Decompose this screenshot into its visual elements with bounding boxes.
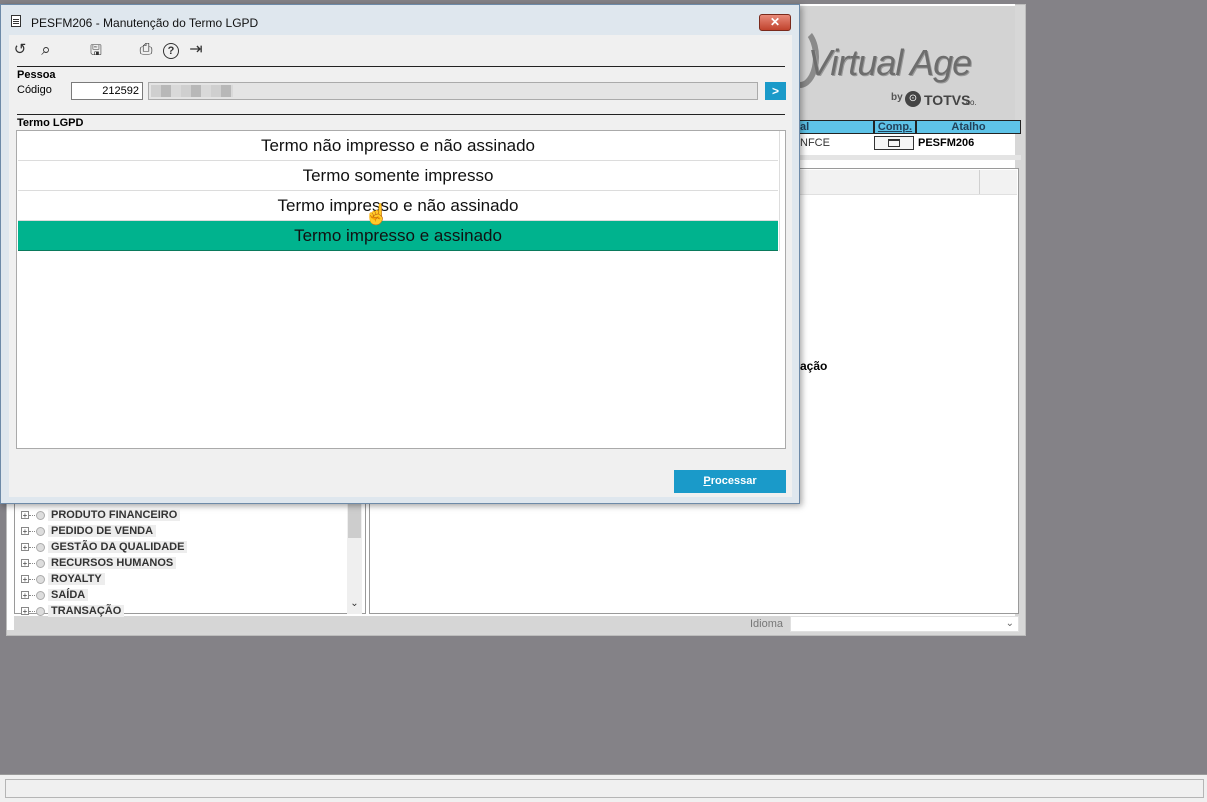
dialog-client-area: ↺ ⌕ 🖫 ⎙ ? ⇥ Pessoa Código 212592 > Termo… (9, 35, 792, 497)
tree-item[interactable]: + TRANSAÇÃO (21, 603, 125, 619)
folder-node-icon (36, 510, 45, 520)
tree-item[interactable]: + SAÍDA (21, 587, 89, 603)
folder-node-icon (36, 590, 45, 600)
grid-header-atalho[interactable]: Atalho (916, 120, 1021, 134)
tree-connector (29, 610, 35, 612)
termo-option-somente-impresso[interactable]: Termo somente impresso (18, 161, 778, 191)
idioma-select[interactable]: ⌄ (790, 616, 1019, 632)
expand-icon[interactable]: + (21, 543, 29, 552)
redacted-name (151, 85, 233, 97)
expand-icon[interactable]: + (21, 575, 29, 584)
grid-header-col1[interactable]: al (797, 120, 874, 134)
virtual-age-logo: Virtual Age (808, 42, 972, 83)
idioma-label: Idioma (750, 618, 784, 630)
save-icon[interactable]: 🖫 (87, 41, 105, 59)
pessoa-name-field[interactable] (148, 82, 758, 100)
termo-option-impresso-nao-assinado[interactable]: Termo impresso e não assinado (18, 191, 778, 221)
hand-cursor-icon: ☝ (364, 204, 389, 226)
tree-connector (29, 562, 35, 564)
processar-label-rest: rocessar (710, 475, 757, 487)
toolbar-separator (17, 66, 785, 67)
folder-node-icon (36, 606, 45, 616)
chevron-down-icon: ⌄ (1005, 618, 1014, 629)
list-divider (779, 131, 780, 251)
folder-node-icon (36, 574, 45, 584)
grid-cell-col1[interactable]: NFCE (800, 135, 830, 151)
folder-node-icon (36, 558, 45, 568)
tree-item-label: RECURSOS HUMANOS (48, 557, 177, 569)
tree-connector (29, 530, 35, 532)
tree-item[interactable]: + PRODUTO FINANCEIRO (21, 507, 181, 523)
codigo-label: Código (17, 84, 52, 96)
undo-icon[interactable]: ↺ (11, 41, 29, 59)
document-icon (11, 15, 21, 27)
folder-node-icon (36, 526, 45, 536)
tree-connector (29, 546, 35, 548)
search-pessoa-button[interactable]: > (765, 82, 786, 100)
logo-by-text: by (891, 92, 903, 103)
tree-item-label: ROYALTY (48, 573, 105, 585)
tree-item[interactable]: + ROYALTY (21, 571, 105, 587)
partial-label: ação (800, 359, 828, 373)
taskbar-status (0, 774, 1207, 802)
tree-connector (29, 578, 35, 580)
exit-icon[interactable]: ⇥ (187, 41, 205, 59)
folder-node-icon (36, 542, 45, 552)
help-icon[interactable]: ? (163, 43, 179, 59)
tree-item[interactable]: + PEDIDO DE VENDA (21, 523, 157, 539)
chevron-down-icon[interactable]: ⌄ (348, 598, 361, 611)
tree-item-label: PRODUTO FINANCEIRO (48, 509, 181, 521)
section-termo-label: Termo LGPD (17, 117, 84, 129)
grid-header-comp[interactable]: Comp. (874, 120, 916, 134)
window-icon (888, 139, 900, 147)
tree-connector (29, 594, 35, 596)
termo-lgpd-dialog: PESFM206 - Manutenção do Termo LGPD ✕ ↺ … (0, 4, 800, 504)
tree-scrollbar-thumb[interactable] (348, 504, 361, 538)
tree-item[interactable]: + RECURSOS HUMANOS (21, 555, 177, 571)
search-icon[interactable]: ⌕ (37, 41, 55, 59)
comp-window-icon[interactable] (874, 136, 914, 150)
expand-icon[interactable]: + (21, 607, 29, 616)
tree-item-label: GESTÃO DA QUALIDADE (48, 541, 188, 553)
processar-accel: P (703, 475, 711, 487)
tree-connector (29, 514, 35, 516)
totvs-logo-co: co. (966, 98, 977, 107)
tree-item-label: PEDIDO DE VENDA (48, 525, 157, 537)
totvs-logo-icon: ⊙ (905, 91, 921, 107)
termo-option-impresso-assinado[interactable]: Termo impresso e assinado (18, 221, 778, 251)
expand-icon[interactable]: + (21, 527, 29, 536)
close-button[interactable]: ✕ (759, 14, 791, 31)
pessoa-separator (17, 114, 785, 115)
status-bar-panel (5, 779, 1204, 798)
codigo-input[interactable]: 212592 (71, 82, 143, 100)
tree-item-label: SAÍDA (48, 589, 89, 601)
expand-icon[interactable]: + (21, 591, 29, 600)
section-pessoa-label: Pessoa (17, 69, 56, 81)
grid-separator (797, 155, 1021, 160)
tree-item-label: TRANSAÇÃO (48, 605, 125, 617)
expand-icon[interactable]: + (21, 511, 29, 520)
dialog-titlebar[interactable]: PESFM206 - Manutenção do Termo LGPD ✕ (1, 5, 799, 35)
termo-option-nao-impresso-nao-assinado[interactable]: Termo não impresso e não assinado (18, 131, 778, 161)
expand-icon[interactable]: + (21, 559, 29, 568)
tree-item[interactable]: + GESTÃO DA QUALIDADE (21, 539, 188, 555)
termo-options-list: Termo não impresso e não assinado Termo … (16, 130, 786, 449)
right-panel-header-divider (979, 170, 980, 194)
grid-cell-atalho[interactable]: PESFM206 (918, 135, 974, 151)
right-panel-header (797, 170, 1017, 195)
totvs-logo-text: TOTVS (924, 92, 971, 108)
print-icon[interactable]: ⎙ (137, 41, 155, 59)
dialog-title: PESFM206 - Manutenção do Termo LGPD (31, 16, 259, 30)
processar-button[interactable]: Processar (674, 470, 786, 493)
